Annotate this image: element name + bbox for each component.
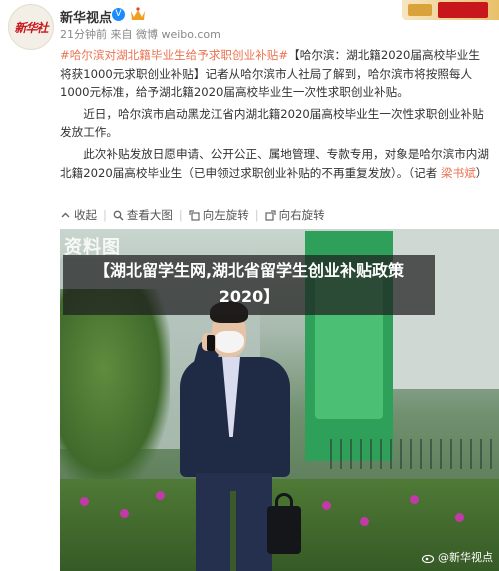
avatar[interactable]: 新华社 [8,4,54,50]
account-name[interactable]: 新华视点 [60,7,112,26]
post-paragraph-text: ） [475,165,488,180]
rotate-right-icon [265,209,276,221]
photo-flower [322,501,331,510]
banner-decoration [408,4,432,16]
weibo-icon [422,554,435,563]
photo-flower [455,513,464,522]
verified-icon: V [112,8,125,21]
post-header: 新华社 新华视点 V 21分钟前 来自 微博 weibo.com [0,0,499,50]
photo-flower [120,509,129,518]
topic-link[interactable]: #哈尔滨对湖北籍毕业生给予求职创业补贴# [60,48,288,62]
promo-banner[interactable] [402,0,499,20]
toolbar-divider: | [103,208,107,222]
zoom-icon [113,210,124,220]
toolbar-divider: | [254,208,259,222]
view-large-button[interactable]: 查看大图 [113,207,173,223]
rotate-left-button[interactable]: 向左旋转 [189,207,249,223]
photo-trees [60,289,170,489]
post-paragraph-text: 此次补贴发放日愿申请、公开公正、属地管理、专款专用，对象是哈尔滨市内湖北籍202… [60,146,489,180]
post-paragraph: 近日，哈尔滨市启动黑龙江省内湖北籍2020届高校毕业生一次性求职创业补贴发放工作… [60,106,484,140]
collapse-icon [61,212,70,217]
post-photo[interactable]: 资料图 【湖北留学生网,湖北省留学生创业补贴政策2020】 @新华视点 [60,229,499,571]
photo-title-overlay: 【湖北留学生网,湖北省留学生创业补贴政策2020】 [63,255,435,315]
rotate-left-label: 向左旋转 [202,208,249,222]
person-legs-gap [230,491,236,571]
post-text: #哈尔滨对湖北籍毕业生给予求职创业补贴#【哈尔滨：湖北籍2020届高校毕业生将获… [60,46,490,182]
photo-flower [80,497,89,506]
toolbar-divider: | [178,208,183,222]
photo-flower [156,491,165,500]
reporter-link[interactable]: 梁书斌 [441,166,476,180]
avatar-logo-text: 新华社 [14,20,48,35]
photo-flower [360,517,369,526]
post-paragraph: #哈尔滨对湖北籍毕业生给予求职创业补贴#【哈尔滨：湖北籍2020届高校毕业生将获… [60,46,490,102]
photo-source-watermark: @新华视点 [422,549,493,565]
post-meta: 21分钟前 来自 微博 weibo.com [60,28,221,41]
person-bag [267,506,301,554]
rotate-left-icon [189,209,200,221]
view-large-label: 查看大图 [126,208,173,222]
photo-source-label: @新华视点 [438,551,493,564]
banner-decoration [438,2,488,18]
phone-icon [207,335,215,351]
post-paragraph: 此次补贴发放日愿申请、公开公正、属地管理、专款专用，对象是哈尔滨市内湖北籍202… [60,145,490,182]
crown-icon [131,7,145,20]
photo-person [172,301,302,571]
person-mask [214,331,244,353]
rotate-right-label: 向右旋转 [278,208,325,222]
rotate-right-button[interactable]: 向右旋转 [265,207,325,223]
collapse-label: 收起 [74,208,97,222]
photo-fence [330,439,499,469]
photo-flower [410,495,419,504]
collapse-button[interactable]: 收起 [60,207,97,223]
image-toolbar: 收起 | 查看大图 | 向左旋转 | 向右旋转 [60,205,325,225]
